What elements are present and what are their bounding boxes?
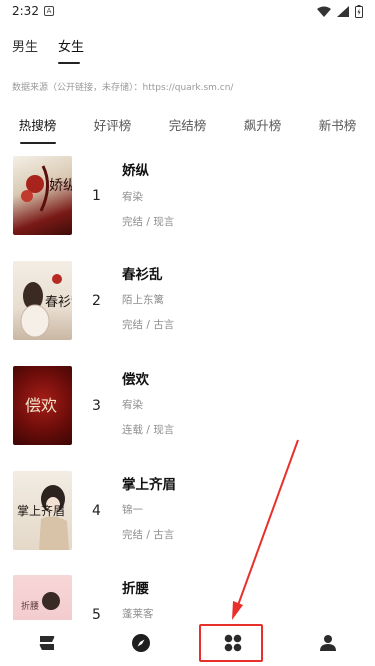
book-item[interactable]: 春衫乱 2 春衫乱 陌上东篱 完结 / 古言	[0, 261, 375, 361]
book-item[interactable]: 偿欢 3 偿欢 宥染 连载 / 现言	[0, 366, 375, 466]
book-item[interactable]: 掌上齐眉 4 掌上齐眉 锦一 完结 / 古言	[0, 471, 375, 571]
rank-number: 3	[92, 398, 101, 414]
tab-hot-search[interactable]: 热搜榜	[0, 112, 75, 146]
data-source-note: 数据来源（公开链接，未存储）：https://quark.sm.cn/	[12, 83, 234, 93]
book-status: 完结 / 古言	[122, 529, 175, 541]
book-item[interactable]: 折腰 5 折腰 蓬莱客	[0, 575, 375, 625]
status-bar: 2:32 A	[0, 0, 375, 24]
rank-number: 4	[92, 503, 101, 519]
book-author: 宥染	[122, 191, 143, 203]
bottom-nav	[0, 620, 375, 666]
book-author: 陌上东篱	[122, 294, 164, 306]
cover-title: 娇纵	[49, 178, 72, 194]
tab-rising[interactable]: 飙升榜	[225, 112, 300, 146]
wifi-icon	[317, 6, 331, 17]
cover-title: 掌上齐眉	[17, 503, 65, 518]
status-time: 2:32	[12, 4, 39, 18]
cover-title: 折腰	[21, 600, 39, 612]
book-status: 连载 / 现言	[122, 424, 175, 436]
signal-icon	[337, 6, 349, 17]
book-item[interactable]: 娇纵 1 娇纵 宥染 完结 / 现言	[0, 156, 375, 256]
book-cover: 偿欢	[13, 366, 72, 445]
notification-a-icon: A	[44, 6, 54, 16]
annotation-highlight-box	[199, 624, 263, 662]
book-cover: 折腰	[13, 575, 72, 625]
book-title: 娇纵	[122, 163, 149, 179]
compass-icon	[132, 634, 150, 652]
book-title: 掌上齐眉	[122, 477, 176, 493]
cover-title: 春衫乱	[45, 295, 72, 310]
rank-number: 2	[92, 293, 101, 309]
book-status: 完结 / 现言	[122, 216, 175, 228]
nav-bookshelf[interactable]	[0, 620, 94, 666]
cover-art: 掌上齐眉	[17, 485, 69, 550]
cover-art: 折腰	[21, 592, 60, 612]
cover-art: 偿欢	[25, 396, 57, 415]
book-list[interactable]: 娇纵 1 娇纵 宥染 完结 / 现言 春衫乱 2 春衫乱 陌上东篱 完结 / 古…	[0, 150, 375, 625]
rank-number: 1	[92, 188, 101, 204]
book-title: 春衫乱	[122, 267, 163, 283]
book-title: 偿欢	[122, 372, 149, 388]
cover-title: 偿欢	[25, 396, 57, 415]
book-author: 锦一	[122, 504, 143, 516]
tab-female[interactable]: 女生	[58, 36, 84, 64]
tab-new-books[interactable]: 新书榜	[300, 112, 375, 146]
book-cover: 娇纵	[13, 156, 72, 235]
tab-top-rated[interactable]: 好评榜	[75, 112, 150, 146]
status-icons	[317, 5, 363, 18]
cover-art: 春衫乱	[20, 274, 72, 338]
book-cover: 春衫乱	[13, 261, 72, 340]
tab-completed[interactable]: 完结榜	[150, 112, 225, 146]
nav-profile[interactable]	[281, 620, 375, 666]
tab-male[interactable]: 男生	[12, 36, 38, 64]
book-status: 完结 / 古言	[122, 319, 175, 331]
nav-discover[interactable]	[94, 620, 188, 666]
battery-icon	[355, 5, 363, 18]
gender-tabs: 男生 女生	[12, 36, 84, 64]
book-author: 蓬莱客	[122, 608, 154, 620]
book-author: 宥染	[122, 399, 143, 411]
user-icon	[320, 635, 336, 651]
rank-tabs: 热搜榜 好评榜 完结榜 飙升榜 新书榜	[0, 112, 375, 146]
bookshelf-icon	[39, 636, 55, 650]
book-cover: 掌上齐眉	[13, 471, 72, 550]
cover-art: 娇纵	[21, 165, 72, 212]
book-title: 折腰	[122, 581, 149, 597]
